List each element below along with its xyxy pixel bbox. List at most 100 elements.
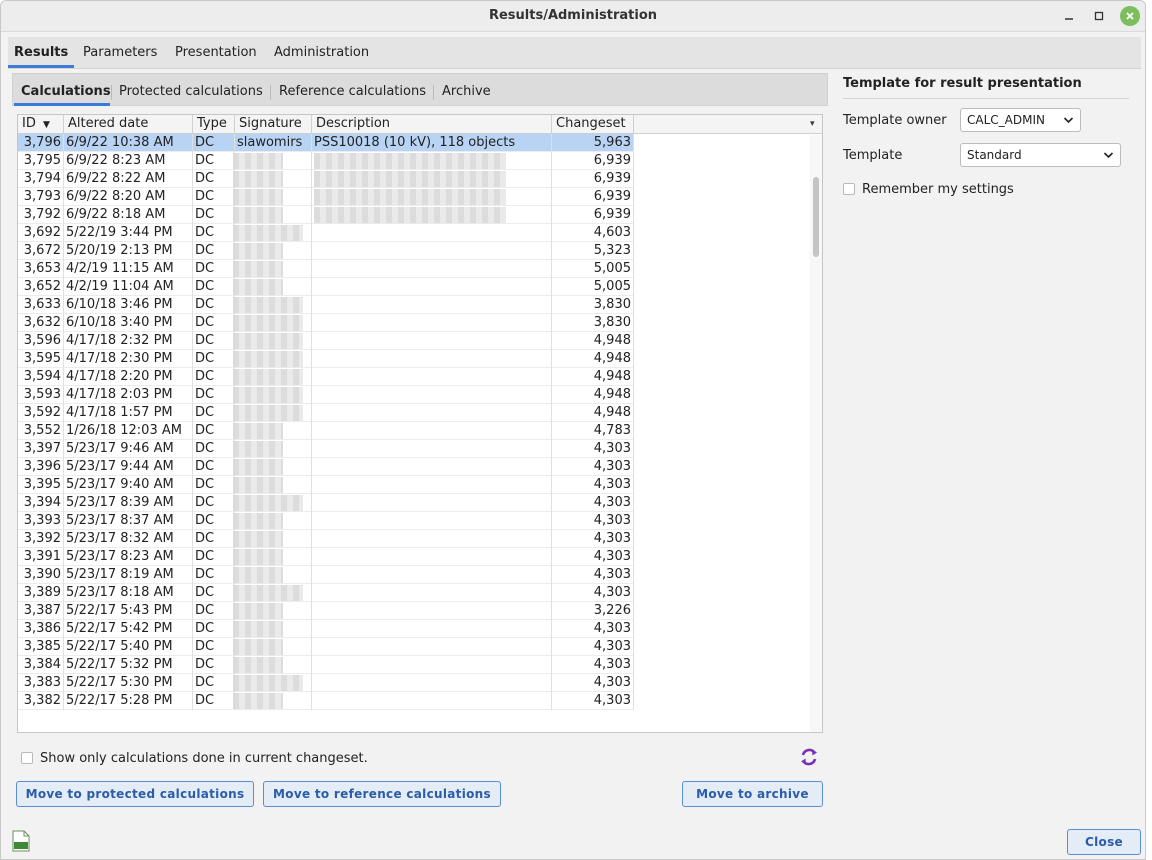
- redacted-signature: [233, 279, 283, 295]
- move-to-protected-button[interactable]: Move to protected calculations: [16, 781, 254, 807]
- chevron-down-icon: [1063, 109, 1074, 138]
- cell-type: DC: [193, 458, 235, 476]
- template-owner-select[interactable]: CALC_ADMIN: [960, 108, 1081, 132]
- tab-administration[interactable]: Administration: [274, 45, 369, 60]
- table-row[interactable]: 3,596 4/17/18 2:32 PM DC 4,948: [18, 332, 634, 350]
- tab-reference-calculations[interactable]: Reference calculations: [279, 84, 426, 99]
- tab-separator: [111, 85, 112, 100]
- table-row[interactable]: 3,387 5/22/17 5:43 PM DC 3,226: [18, 602, 634, 620]
- table-row[interactable]: 3,391 5/23/17 8:23 AM DC 4,303: [18, 548, 634, 566]
- table-row[interactable]: 3,632 6/10/18 3:40 PM DC 3,830: [18, 314, 634, 332]
- redacted-signature: [233, 189, 283, 205]
- move-to-reference-button[interactable]: Move to reference calculations: [263, 781, 501, 807]
- cell-altered-date: 4/17/18 2:32 PM: [64, 332, 193, 350]
- table-row[interactable]: 3,392 5/23/17 8:32 AM DC 4,303: [18, 530, 634, 548]
- cell-changeset: 4,603: [552, 224, 634, 242]
- cell-id: 3,692: [18, 224, 64, 242]
- tab-calculations[interactable]: Calculations: [21, 84, 111, 99]
- cell-id: 3,382: [18, 692, 64, 710]
- refresh-icon[interactable]: [798, 746, 820, 768]
- table-row[interactable]: 3,593 4/17/18 2:03 PM DC 4,948: [18, 386, 634, 404]
- table-row[interactable]: 3,792 6/9/22 8:18 AM DC 6,939: [18, 206, 634, 224]
- cell-changeset: 4,948: [552, 332, 634, 350]
- cell-description: [312, 440, 552, 458]
- remember-settings-checkbox[interactable]: [843, 183, 855, 195]
- current-changeset-checkbox[interactable]: [21, 752, 33, 764]
- table-row[interactable]: 3,633 6/10/18 3:46 PM DC 3,830: [18, 296, 634, 314]
- cell-type: DC: [193, 656, 235, 674]
- cell-altered-date: 5/23/17 9:44 AM: [64, 458, 193, 476]
- column-header-changeset[interactable]: Changeset: [552, 115, 634, 134]
- tab-archive[interactable]: Archive: [442, 84, 491, 99]
- cell-altered-date: 6/10/18 3:40 PM: [64, 314, 193, 332]
- table-row[interactable]: 3,672 5/20/19 2:13 PM DC 5,323: [18, 242, 634, 260]
- cell-id: 3,394: [18, 494, 64, 512]
- tab-protected-calculations[interactable]: Protected calculations: [119, 84, 263, 99]
- cell-changeset: 5,323: [552, 242, 634, 260]
- cell-id: 3,792: [18, 206, 64, 224]
- table-row[interactable]: 3,384 5/22/17 5:32 PM DC 4,303: [18, 656, 634, 674]
- redacted-description: [314, 189, 506, 205]
- column-header-type[interactable]: Type: [193, 115, 235, 134]
- cell-changeset: 4,303: [552, 656, 634, 674]
- table-row[interactable]: 3,393 5/23/17 8:37 AM DC 4,303: [18, 512, 634, 530]
- cell-changeset: 4,303: [552, 548, 634, 566]
- table-row[interactable]: 3,396 5/23/17 9:44 AM DC 4,303: [18, 458, 634, 476]
- column-menu-icon[interactable]: ▾: [810, 119, 815, 129]
- table-row[interactable]: 3,385 5/22/17 5:40 PM DC 4,303: [18, 638, 634, 656]
- table-row[interactable]: 3,793 6/9/22 8:20 AM DC 6,939: [18, 188, 634, 206]
- table-row[interactable]: 3,594 4/17/18 2:20 PM DC 4,948: [18, 368, 634, 386]
- cell-altered-date: 6/9/22 8:20 AM: [64, 188, 193, 206]
- column-header-signature[interactable]: Signature: [235, 115, 312, 134]
- table-row[interactable]: 3,397 5/23/17 9:46 AM DC 4,303: [18, 440, 634, 458]
- column-header-id[interactable]: ID ▼: [18, 115, 64, 134]
- table-row[interactable]: 3,592 4/17/18 1:57 PM DC 4,948: [18, 404, 634, 422]
- xls-export-icon[interactable]: [11, 830, 31, 852]
- table-row[interactable]: 3,692 5/22/19 3:44 PM DC 4,603: [18, 224, 634, 242]
- divider: [843, 98, 1129, 99]
- column-header-description[interactable]: Description: [312, 115, 552, 134]
- column-header-altered-date[interactable]: Altered date: [64, 115, 193, 134]
- table-row[interactable]: 3,653 4/2/19 11:15 AM DC 5,005: [18, 260, 634, 278]
- cell-id: 3,793: [18, 188, 64, 206]
- tab-presentation[interactable]: Presentation: [175, 45, 257, 60]
- table-row[interactable]: 3,795 6/9/22 8:23 AM DC 6,939: [18, 152, 634, 170]
- scrollbar-thumb[interactable]: [813, 177, 819, 257]
- window-close-button[interactable]: [1120, 6, 1140, 26]
- close-button[interactable]: Close: [1067, 829, 1141, 855]
- table-row[interactable]: 3,794 6/9/22 8:22 AM DC 6,939: [18, 170, 634, 188]
- table-row[interactable]: 3,390 5/23/17 8:19 AM DC 4,303: [18, 566, 634, 584]
- maximize-button[interactable]: [1088, 6, 1110, 26]
- remember-settings-option[interactable]: Remember my settings: [843, 180, 1014, 198]
- cell-changeset: 4,948: [552, 350, 634, 368]
- current-changeset-option[interactable]: Show only calculations done in current c…: [21, 749, 368, 767]
- cell-type: DC: [193, 152, 235, 170]
- table-row[interactable]: 3,389 5/23/17 8:18 AM DC 4,303: [18, 584, 634, 602]
- table-row[interactable]: 3,796 6/9/22 10:38 AM DC slawomirs PSS10018 …: [18, 134, 634, 152]
- cell-type: DC: [193, 620, 235, 638]
- close-icon: [1126, 12, 1134, 20]
- table-row[interactable]: 3,394 5/23/17 8:39 AM DC 4,303: [18, 494, 634, 512]
- table-row[interactable]: 3,383 5/22/17 5:30 PM DC 4,303: [18, 674, 634, 692]
- table-row[interactable]: 3,382 5/22/17 5:28 PM DC 4,303: [18, 692, 634, 710]
- table-row[interactable]: 3,552 1/26/18 12:03 AM DC 4,783: [18, 422, 634, 440]
- table-row[interactable]: 3,652 4/2/19 11:04 AM DC 5,005: [18, 278, 634, 296]
- table-row[interactable]: 3,395 5/23/17 9:40 AM DC 4,303: [18, 476, 634, 494]
- table-row[interactable]: 3,595 4/17/18 2:30 PM DC 4,948: [18, 350, 634, 368]
- cell-changeset: 4,303: [552, 674, 634, 692]
- table-vertical-scrollbar[interactable]: [810, 135, 822, 732]
- template-select[interactable]: Standard: [960, 143, 1121, 167]
- tab-parameters[interactable]: Parameters: [83, 45, 157, 60]
- cell-id: 3,595: [18, 350, 64, 368]
- cell-changeset: 6,939: [552, 170, 634, 188]
- move-to-archive-button[interactable]: Move to archive: [682, 781, 823, 807]
- cell-changeset: 4,783: [552, 422, 634, 440]
- table-row[interactable]: 3,386 5/22/17 5:42 PM DC 4,303: [18, 620, 634, 638]
- cell-type: DC: [193, 638, 235, 656]
- tab-results[interactable]: Results: [14, 45, 68, 60]
- minimize-button[interactable]: [1058, 6, 1080, 26]
- cell-changeset: 4,303: [552, 620, 634, 638]
- cell-changeset: 6,939: [552, 188, 634, 206]
- redacted-signature: [233, 531, 283, 547]
- cell-type: DC: [193, 602, 235, 620]
